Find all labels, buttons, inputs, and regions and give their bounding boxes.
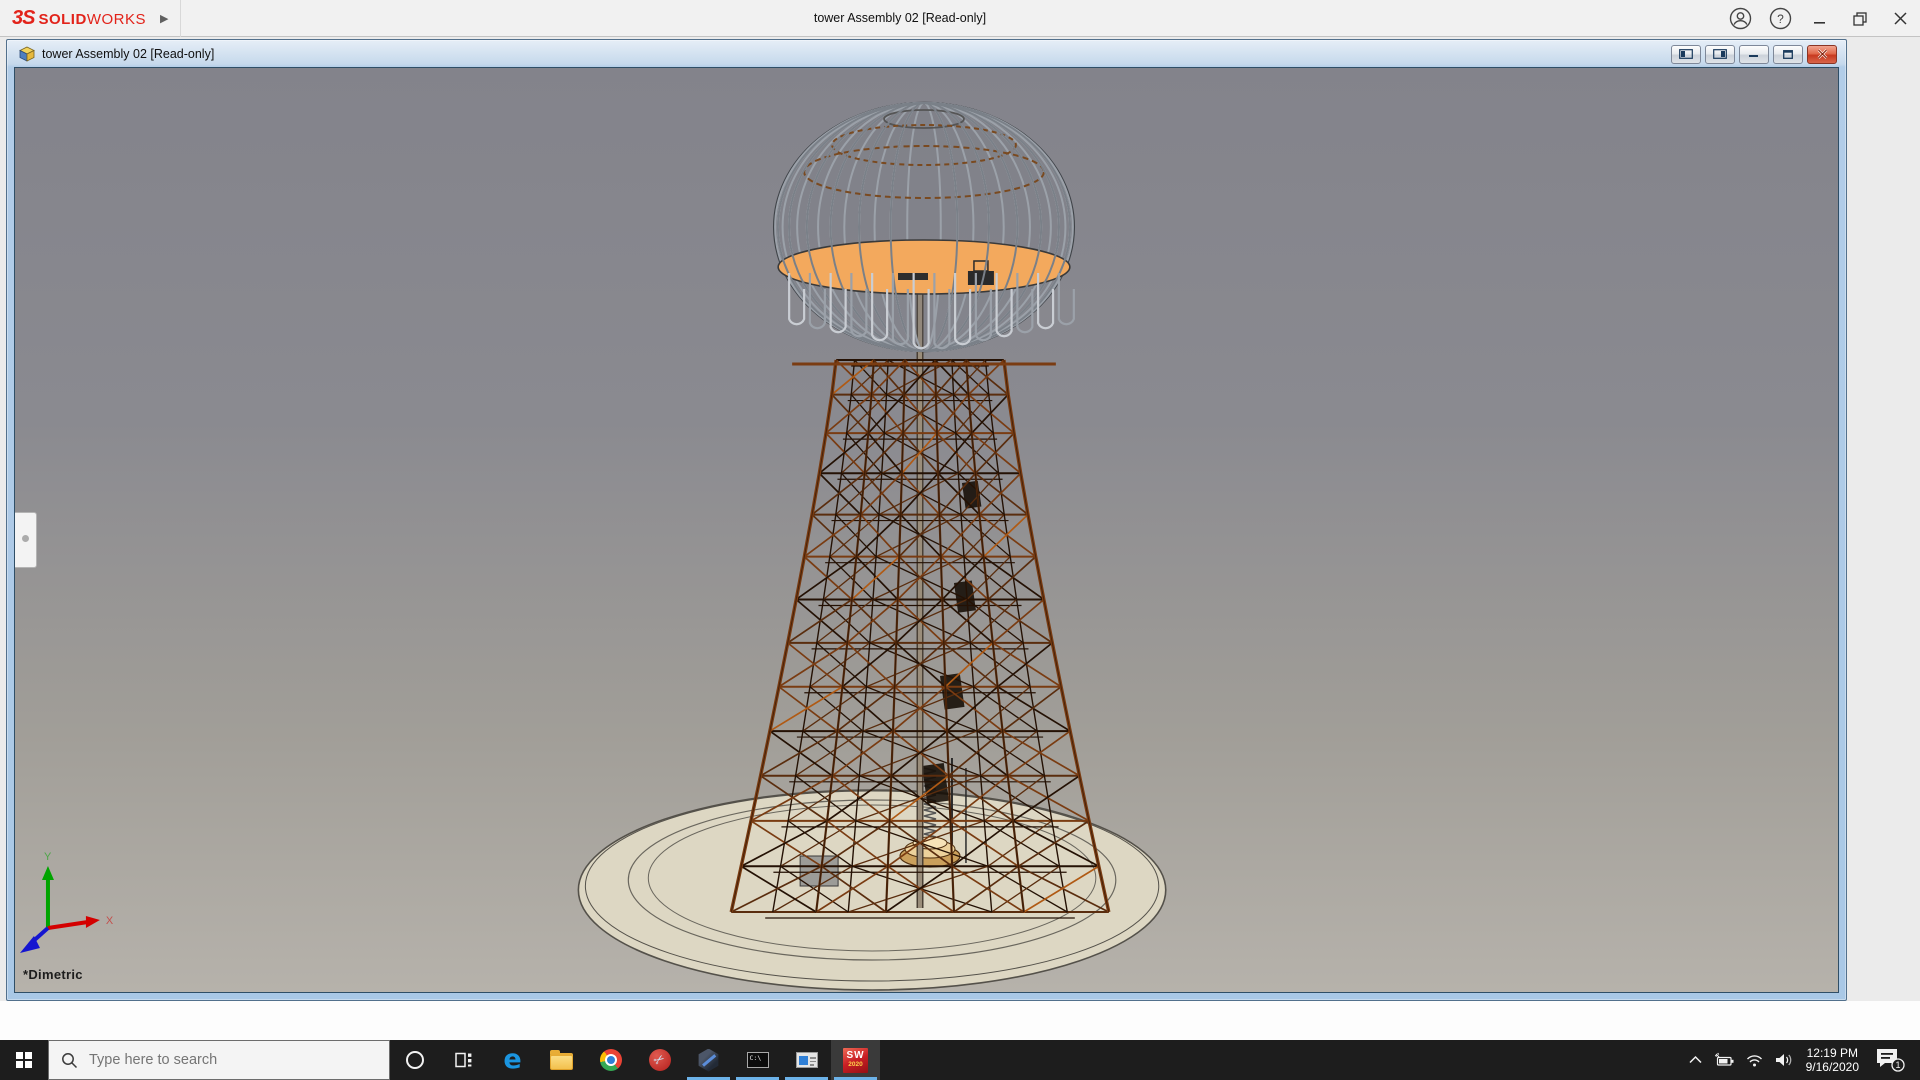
windows-logo-icon — [16, 1052, 33, 1069]
battery-status[interactable] — [1708, 1040, 1740, 1080]
account-icon[interactable] — [1720, 0, 1760, 37]
document-close-button[interactable] — [1807, 45, 1837, 64]
taskbar-item-chrome[interactable] — [586, 1040, 635, 1080]
solidworks-2020-icon: SW 2020 — [843, 1048, 868, 1073]
document-restore-button[interactable] — [1773, 45, 1803, 64]
snipping-tool-icon: ✂ — [649, 1049, 671, 1071]
edge-icon: e — [503, 1048, 521, 1072]
search-input[interactable] — [49, 1041, 389, 1079]
chrome-icon — [600, 1049, 622, 1071]
taskbar: e ✂ C:\ SW 2020 — [0, 1040, 1920, 1080]
taskbar-item-edge[interactable]: e — [488, 1040, 537, 1080]
command-prompt-icon: C:\ — [747, 1052, 769, 1068]
taskbar-search[interactable] — [48, 1040, 390, 1080]
notification-icon: 1 — [1872, 1046, 1906, 1074]
menu-expand-arrow-icon[interactable]: ▶ — [160, 12, 168, 25]
start-button[interactable] — [0, 1040, 48, 1080]
volume-status[interactable] — [1769, 1040, 1798, 1080]
system-tray: 12:19 PM 9/16/2020 1 — [1683, 1040, 1920, 1080]
solidworks-app: 3S SOLID WORKS ▶ tower Assembly 02 [Read… — [0, 0, 1920, 1080]
taskbar-item-file-explorer[interactable] — [537, 1040, 586, 1080]
svg-text:?: ? — [1777, 12, 1784, 26]
document-title: tower Assembly 02 [Read-only] — [42, 47, 214, 61]
cortana-icon — [405, 1050, 425, 1070]
network-status[interactable] — [1740, 1040, 1769, 1080]
document-titlebar[interactable]: tower Assembly 02 [Read-only] — [14, 41, 1839, 67]
action-center-button[interactable]: 1 — [1867, 1040, 1920, 1080]
svg-text:X: X — [106, 915, 114, 927]
chevron-up-icon — [1688, 1054, 1703, 1066]
clock-date: 9/16/2020 — [1806, 1060, 1859, 1075]
taskbar-item-solidworks[interactable]: SW 2020 — [831, 1040, 880, 1080]
search-icon — [61, 1052, 78, 1069]
document-window: tower Assembly 02 [Read-only] — [6, 39, 1847, 1001]
taskbar-item-command-prompt[interactable]: C:\ — [733, 1040, 782, 1080]
svg-text:Y: Y — [44, 851, 52, 863]
minimize-button[interactable] — [1800, 0, 1840, 37]
cortana-button[interactable] — [390, 1040, 439, 1080]
hexagon-app-icon — [697, 1049, 720, 1072]
show-left-pane-button[interactable] — [1671, 45, 1701, 64]
speaker-icon — [1774, 1052, 1793, 1068]
tray-expand-button[interactable] — [1683, 1040, 1708, 1080]
assembly-document-icon — [18, 46, 36, 62]
battery-charging-icon — [1713, 1052, 1735, 1068]
restore-button[interactable] — [1840, 0, 1880, 37]
clock-time: 12:19 PM — [1807, 1046, 1858, 1061]
window-app-icon — [796, 1052, 818, 1068]
status-bar — [0, 1001, 1920, 1040]
panel-tab-grip — [22, 535, 29, 542]
document-minimize-button[interactable] — [1739, 45, 1769, 64]
view-orientation-label: *Dimetric — [23, 967, 83, 982]
task-view-button[interactable] — [439, 1040, 488, 1080]
app-window-title: tower Assembly 02 [Read-only] — [0, 11, 1800, 25]
file-explorer-icon — [550, 1053, 573, 1070]
close-button[interactable] — [1880, 0, 1920, 37]
titlebar-divider — [180, 0, 181, 37]
graphics-viewport[interactable]: XY *Dimetric — [14, 67, 1839, 993]
show-right-pane-button[interactable] — [1705, 45, 1735, 64]
wifi-icon — [1745, 1053, 1764, 1068]
taskbar-item-snipping-tool[interactable]: ✂ — [635, 1040, 684, 1080]
notification-badge: 1 — [1895, 1060, 1900, 1070]
help-icon[interactable]: ? — [1760, 0, 1800, 37]
solidworks-logo-mark: 3S — [12, 7, 34, 30]
taskbar-clock[interactable]: 12:19 PM 9/16/2020 — [1798, 1040, 1867, 1080]
solidworks-logo: 3S SOLID WORKS — [12, 7, 146, 30]
document-window-controls — [1671, 45, 1839, 64]
taskbar-item-hexagon-app[interactable] — [684, 1040, 733, 1080]
tower-3d-model[interactable]: XY — [15, 68, 1838, 992]
feature-panel-collapse-tab[interactable] — [15, 512, 37, 568]
task-view-icon — [454, 1052, 473, 1069]
taskbar-item-window-app[interactable] — [782, 1040, 831, 1080]
app-window-controls: ? — [1720, 0, 1920, 37]
app-titlebar: 3S SOLID WORKS ▶ tower Assembly 02 [Read… — [0, 0, 1920, 37]
